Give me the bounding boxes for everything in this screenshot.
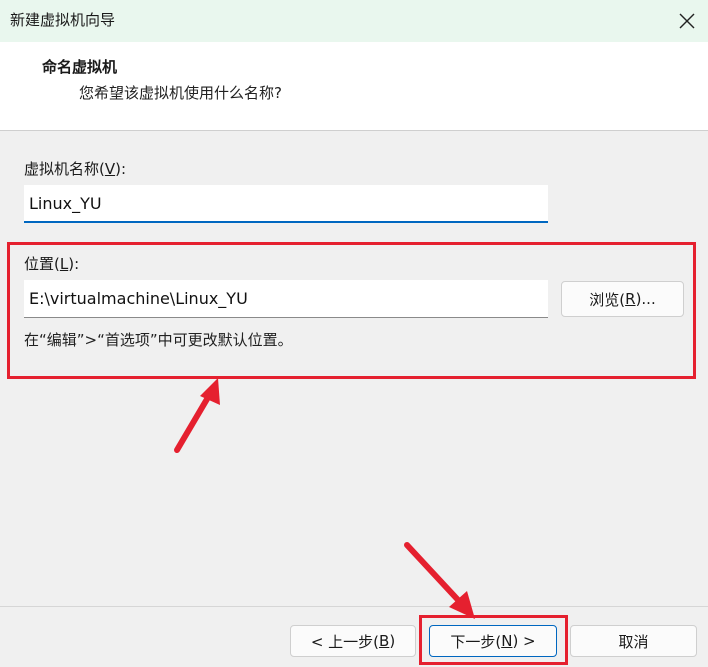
cancel-button[interactable]: 取消 <box>570 625 697 657</box>
page-title: 命名虚拟机 <box>42 58 118 76</box>
arrow-to-next-icon <box>404 542 475 619</box>
vm-name-label: 虚拟机名称(V): <box>24 160 127 178</box>
location-label: 位置(L): <box>24 255 80 273</box>
title-bar: 新建虚拟机向导 <box>0 0 708 42</box>
default-location-hint: 在“编辑”>“首选项”中可更改默认位置。 <box>24 331 293 349</box>
close-icon <box>679 13 695 29</box>
footer-divider <box>0 606 708 607</box>
browse-button[interactable]: 浏览(R)... <box>561 281 684 317</box>
location-input[interactable] <box>24 280 548 318</box>
window-title: 新建虚拟机向导 <box>10 11 116 29</box>
next-button[interactable]: 下一步(N) > <box>429 625 557 657</box>
back-button[interactable]: < 上一步(B) <box>290 625 416 657</box>
close-button[interactable] <box>666 0 708 42</box>
vm-name-input[interactable] <box>24 185 548 223</box>
wizard-header: 命名虚拟机 您希望该虚拟机使用什么名称? <box>0 42 708 131</box>
arrow-to-location-icon <box>174 378 220 453</box>
page-subtitle: 您希望该虚拟机使用什么名称? <box>79 84 282 102</box>
